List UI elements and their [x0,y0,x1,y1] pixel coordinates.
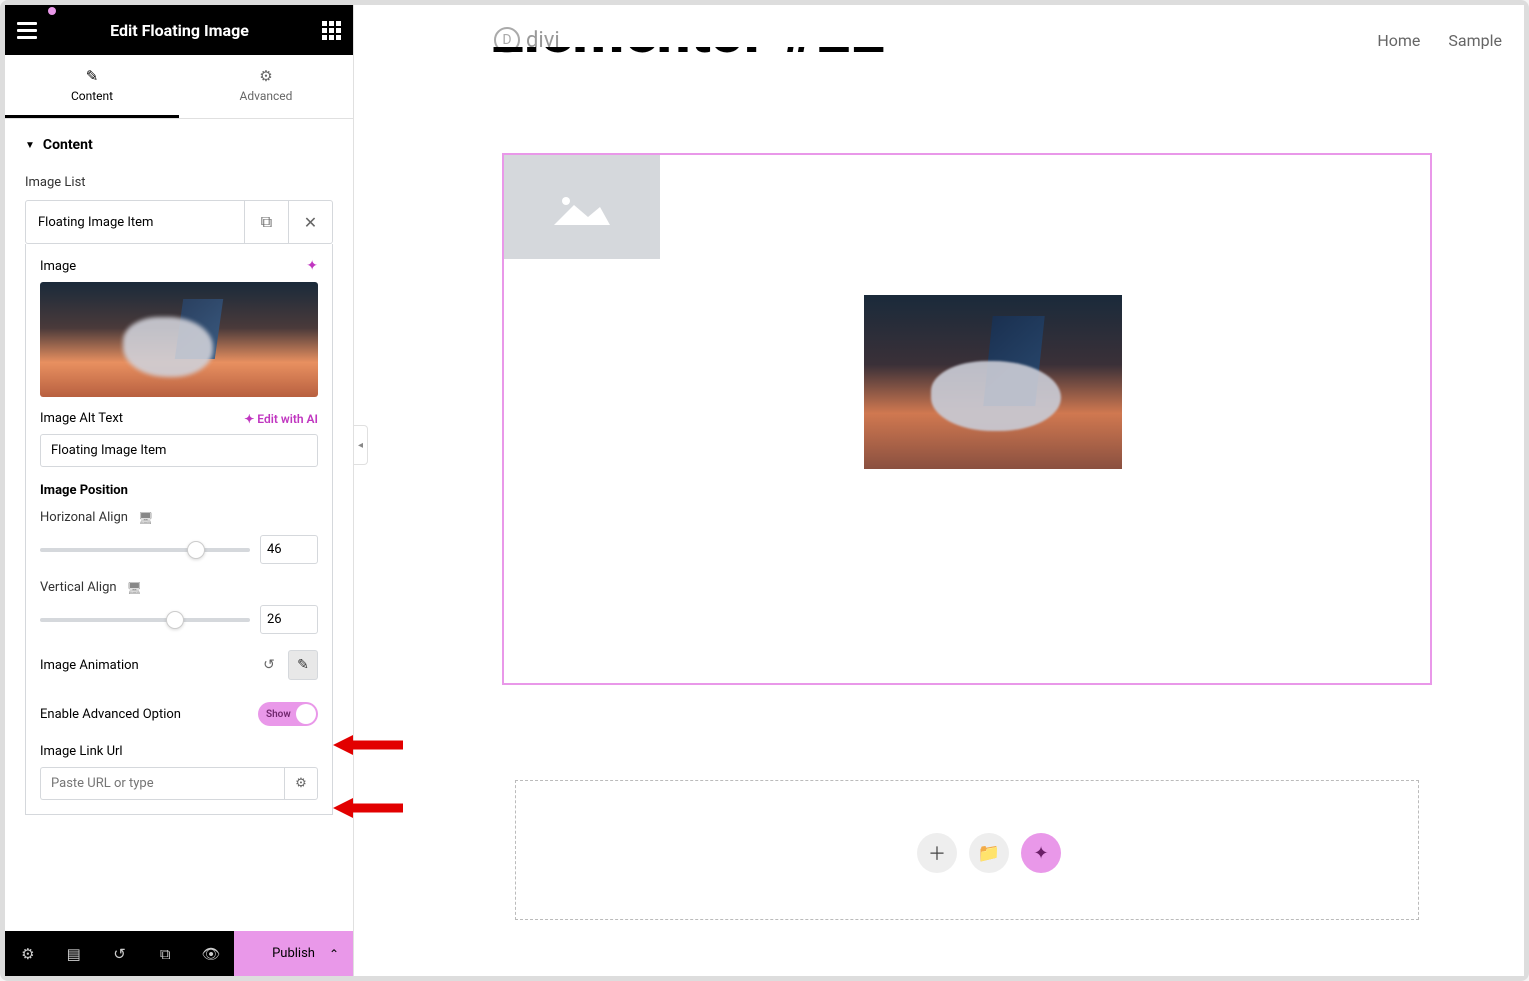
responsive-icon[interactable]: ⧉ [142,931,188,976]
add-section-controls: ＋ 📁 ✦ [917,833,1061,873]
tab-advanced-label: Advanced [240,89,293,103]
image-label: Image [40,259,76,274]
desktop-icon[interactable]: 🖥 [138,511,153,525]
ai-sparkle-icon[interactable]: ✦ [306,258,318,274]
panel-title: Edit Floating Image [110,21,249,40]
menu-icon[interactable] [17,22,37,39]
repeater-item-label: Floating Image Item [26,215,244,230]
desktop-icon[interactable]: 🖥 [127,581,142,595]
nav-sample[interactable]: Sample [1448,31,1502,50]
annotation-arrow [333,735,403,755]
tab-content[interactable]: ✎ Content [5,55,179,118]
pencil-icon: ✎ [5,67,179,85]
advanced-option-toggle[interactable]: Show [258,702,318,726]
horizontal-align-value[interactable] [260,535,318,564]
reset-icon[interactable]: ↺ [254,650,284,680]
preview-canvas: D divi Home Sample Elementor #22 ＋ 📁 ✦ [354,5,1524,976]
nav-links: Home Sample [1377,31,1502,50]
image-list-label: Image List [25,175,333,190]
panel-tabs: ✎ Content ⚙ Advanced [5,55,353,119]
floating-image[interactable] [864,295,1122,469]
nav-home[interactable]: Home [1377,31,1420,50]
navigator-icon[interactable]: ▤ [51,931,97,976]
repeater-sub-panel: Image ✦ Image Alt Text ✦ Edit with AI Im… [25,244,333,815]
close-icon[interactable]: ✕ [288,200,332,244]
image-link-input[interactable] [40,767,284,800]
vertical-align-value[interactable] [260,605,318,634]
horizontal-align-slider[interactable] [40,548,250,552]
vertical-align-slider[interactable] [40,618,250,622]
image-animation-label: Image Animation [40,658,139,673]
editor-sidebar: Edit Floating Image ✎ Content ⚙ Advanced… [5,5,354,976]
image-link-label: Image Link Url [40,744,123,759]
section-title: Content [43,137,93,153]
annotation-arrow [333,798,403,818]
widgets-grid-icon[interactable] [322,21,341,40]
image-position-heading: Image Position [40,483,318,498]
settings-icon[interactable]: ⚙ [5,931,51,976]
ai-generate-icon[interactable]: ✦ [1021,833,1061,873]
edit-with-ai-link[interactable]: ✦ Edit with AI [244,412,318,426]
alt-text-label: Image Alt Text [40,411,123,426]
caret-down-icon: ▼ [25,140,35,151]
panel-body: ▼ Content Image List Floating Image Item… [5,119,353,931]
section-content-toggle[interactable]: ▼ Content [25,137,333,153]
page-title: Elementor #22 [490,47,886,99]
duplicate-icon[interactable]: ⧉ [244,200,288,244]
sidebar-footer: ⚙ ▤ ↺ ⧉ 👁 Publish ⌃ [5,931,353,976]
link-options-icon[interactable]: ⚙ [284,767,318,800]
tab-advanced[interactable]: ⚙ Advanced [179,55,353,118]
sidebar-header: Edit Floating Image [5,5,353,55]
notification-dot [48,7,56,15]
enable-advanced-label: Enable Advanced Option [40,707,181,722]
tab-content-label: Content [71,89,113,103]
publish-button[interactable]: Publish ⌃ [234,931,353,976]
repeater-item[interactable]: Floating Image Item ⧉ ✕ [25,200,333,244]
floating-image-widget[interactable] [502,153,1432,685]
image-placeholder-icon [504,155,660,259]
vertical-align-label: Vertical Align [40,580,117,595]
preview-icon[interactable]: 👁 [188,931,234,976]
add-section-icon[interactable]: ＋ [917,833,957,873]
gear-icon: ⚙ [179,67,353,85]
template-library-icon[interactable]: 📁 [969,833,1009,873]
collapse-sidebar-handle[interactable]: ◂ [354,425,368,465]
chevron-up-icon: ⌃ [329,947,339,961]
alt-text-input[interactable] [40,434,318,467]
image-picker[interactable] [40,282,318,397]
history-icon[interactable]: ↺ [97,931,143,976]
horizontal-align-label: Horizonal Align [40,510,128,525]
edit-icon[interactable]: ✎ [288,650,318,680]
